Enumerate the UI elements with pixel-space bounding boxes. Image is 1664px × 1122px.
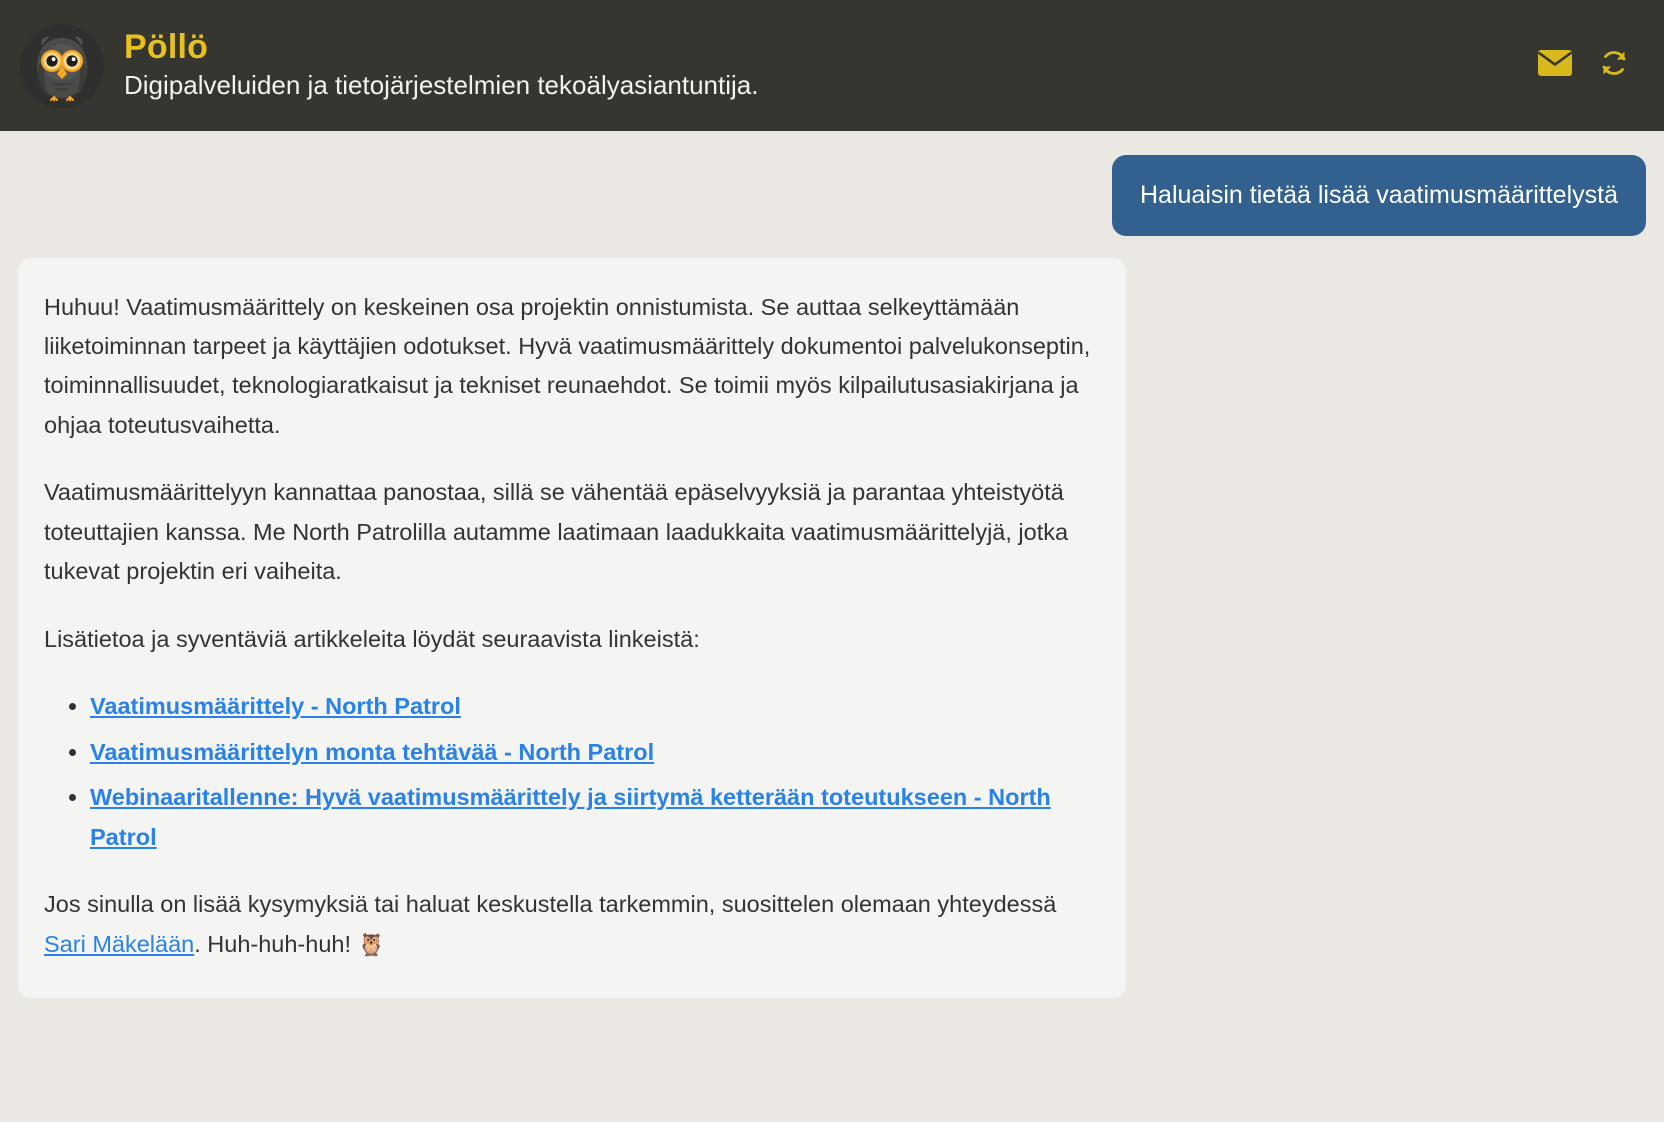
closing-suffix-text: . Huh-huh-huh! [194,930,358,957]
assistant-paragraph-2: Vaatimusmäärittelyyn kannattaa panostaa,… [44,479,1069,585]
list-item: Vaatimusmäärittely - North Patrol [90,687,1092,726]
assistant-message-row: Huhuu! Vaatimusmäärittely on keskeinen o… [18,257,1646,999]
header-actions [1537,47,1630,79]
envelope-icon [1537,50,1573,79]
brand-tagline: Digipalveluiden ja tietojärjestelmien te… [124,70,759,101]
refresh-icon [1598,51,1630,82]
user-message-row: Haluaisin tietää lisää vaatimusmäärittel… [18,155,1646,236]
owl-avatar [20,23,104,108]
link-vaatimusmaarittely[interactable]: Vaatimusmäärittely - North Patrol [90,693,461,719]
refresh-button[interactable] [1598,47,1630,79]
email-button[interactable] [1537,50,1573,79]
chat-area: Haluaisin tietää lisää vaatimusmäärittel… [0,155,1664,999]
resource-link-list: Vaatimusmäärittely - North Patrol Vaatim… [44,687,1092,857]
app-header: Pöllö Digipalveluiden ja tietojärjestelm… [0,0,1664,131]
link-sari-makela[interactable]: Sari Mäkelään [44,931,194,957]
brand-title: Pöllö [124,27,209,66]
assistant-paragraph-3: Lisätietoa ja syventäviä artikkeleita lö… [44,625,700,652]
closing-prefix-text: Jos sinulla on lisää kysymyksiä tai halu… [44,891,1057,918]
owl-emoji-icon: 🦉 [357,931,385,957]
link-vaatimusmaarittelyn-monta-tehtavaa[interactable]: Vaatimusmäärittelyn monta tehtävää - Nor… [90,739,654,765]
header-text-block: Pöllö Digipalveluiden ja tietojärjestelm… [124,27,759,102]
list-item: Webinaaritallenne: Hyvä vaatimusmääritte… [90,778,1092,857]
assistant-closing-paragraph: Jos sinulla on lisää kysymyksiä tai halu… [44,885,1092,964]
assistant-paragraph-1: Huhuu! Vaatimusmäärittely on keskeinen o… [44,293,1091,438]
list-item: Vaatimusmäärittelyn monta tehtävää - Nor… [90,733,1092,772]
assistant-message-bubble: Huhuu! Vaatimusmäärittely on keskeinen o… [18,257,1126,999]
link-webinaaritallenne[interactable]: Webinaaritallenne: Hyvä vaatimusmääritte… [90,784,1051,849]
user-message-bubble: Haluaisin tietää lisää vaatimusmäärittel… [1112,155,1646,236]
